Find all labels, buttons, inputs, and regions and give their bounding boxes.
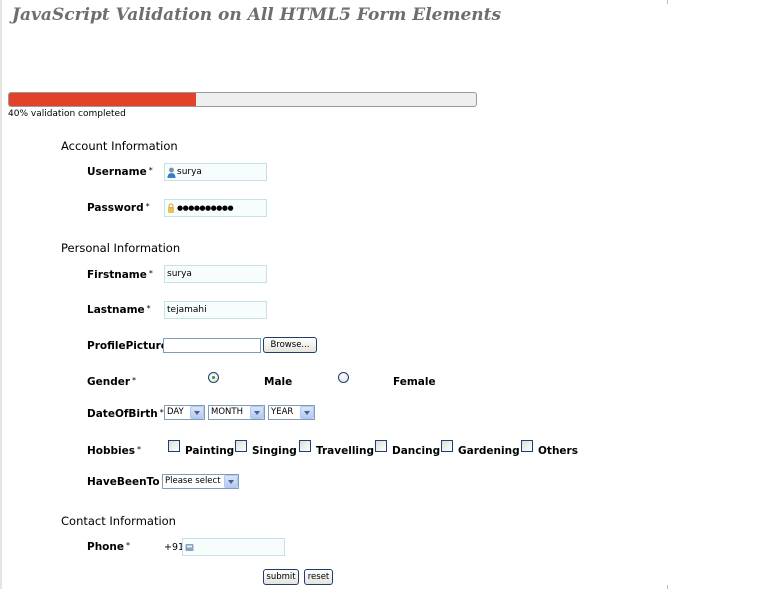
user-icon	[167, 167, 176, 178]
profile-picture-label: ProfilePicture*	[87, 340, 174, 352]
username-input[interactable]: surya	[164, 163, 267, 181]
page-title: JavaScript Validation on All HTML5 Form …	[12, 5, 502, 25]
dob-year-select[interactable]: YEAR	[268, 405, 315, 420]
dob-year-value: YEAR	[271, 407, 294, 417]
chevron-down-icon	[300, 406, 314, 419]
hobby-dancing-checkbox[interactable]	[375, 440, 387, 452]
dob-month-value: MONTH	[211, 407, 243, 417]
password-label: Password *	[87, 202, 150, 214]
firstname-input[interactable]: surya	[164, 265, 267, 283]
hobby-gardening-label: Gardening	[458, 445, 520, 457]
hobby-painting-label: Painting	[185, 445, 235, 457]
phone-icon	[185, 542, 194, 553]
gender-male-radio[interactable]	[208, 372, 219, 383]
gender-label: Gender *	[87, 376, 137, 388]
lastname-input[interactable]: tejamahi	[164, 301, 267, 319]
radio-selected-dot	[212, 376, 215, 379]
progress-fill	[9, 93, 196, 106]
key-icon	[167, 203, 176, 214]
hobby-singing-checkbox[interactable]	[235, 440, 247, 452]
firstname-value: surya	[167, 269, 192, 279]
dob-month-select[interactable]: MONTH	[208, 405, 265, 420]
dob-day-select[interactable]: DAY	[164, 405, 205, 420]
hobby-gardening-checkbox[interactable]	[441, 440, 453, 452]
section-title-personal: Personal Information	[61, 241, 181, 255]
password-masked-value: ●●●●●●●●●●	[177, 204, 234, 212]
section-title-contact: Contact Information	[61, 514, 176, 528]
hobby-others-checkbox[interactable]	[521, 440, 533, 452]
profile-picture-file-path[interactable]	[163, 338, 261, 353]
firstname-label: Firstname *	[87, 269, 153, 281]
hobby-others-label: Others	[538, 445, 578, 457]
hobby-dancing-label: Dancing	[392, 445, 441, 457]
chevron-down-icon	[224, 475, 238, 488]
hobby-travelling-checkbox[interactable]	[299, 440, 311, 452]
date-of-birth-label: DateOfBirth *	[87, 408, 164, 420]
username-value: surya	[177, 167, 202, 177]
progress-text: 40% validation completed	[8, 109, 126, 119]
phone-label: Phone *	[87, 541, 130, 553]
validation-progress-bar	[8, 92, 477, 107]
username-label: Username *	[87, 166, 153, 178]
hobby-painting-checkbox[interactable]	[168, 440, 180, 452]
reset-button[interactable]: reset	[304, 569, 333, 585]
phone-input[interactable]	[182, 538, 285, 556]
page-edge-mark	[667, 0, 668, 4]
lastname-value: tejamahi	[167, 305, 207, 315]
page-edge-mark	[667, 585, 668, 589]
chevron-down-icon	[190, 406, 204, 419]
gender-female-label: Female	[393, 376, 436, 388]
browse-button[interactable]: Browse...	[263, 337, 317, 353]
have-been-to-select[interactable]: Please select	[162, 474, 239, 489]
dob-day-value: DAY	[167, 407, 184, 417]
lastname-label: Lastname *	[87, 304, 151, 316]
hobby-travelling-label: Travelling	[316, 445, 375, 457]
chevron-down-icon	[250, 406, 264, 419]
password-input[interactable]: ●●●●●●●●●●	[164, 199, 267, 217]
gender-female-radio[interactable]	[338, 372, 349, 383]
gender-male-label: Male	[264, 376, 293, 388]
hobbies-label: Hobbies *	[87, 445, 142, 457]
hobby-singing-label: Singing	[252, 445, 297, 457]
window-left-edge	[0, 0, 2, 589]
section-title-account: Account Information	[61, 139, 178, 153]
submit-button[interactable]: submit	[263, 569, 299, 585]
have-been-to-label: HaveBeenTo*	[87, 476, 166, 488]
have-been-to-value: Please select	[165, 476, 221, 486]
